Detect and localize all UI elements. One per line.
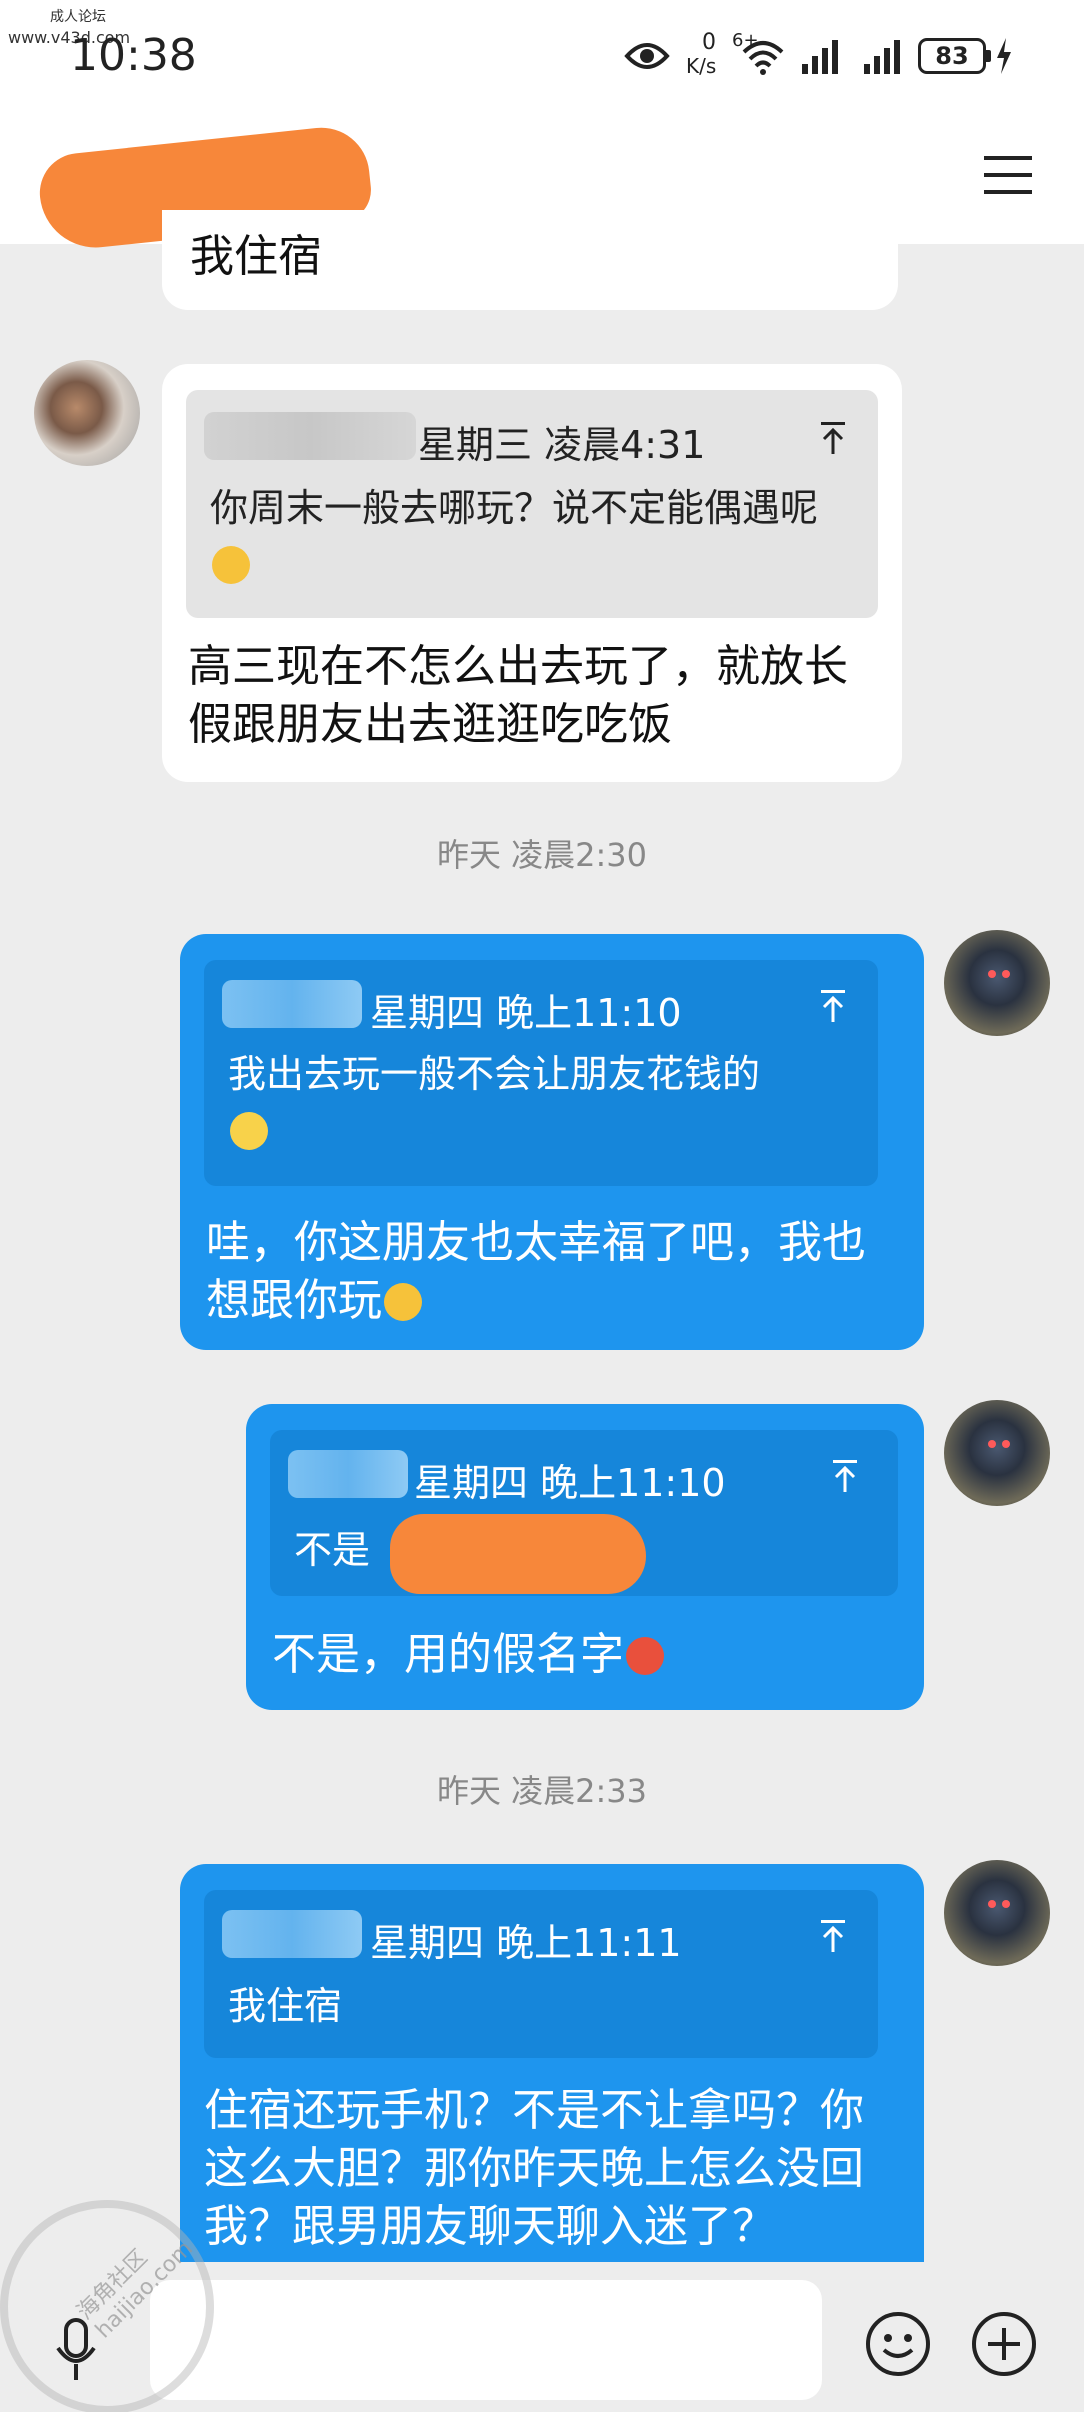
jump-to-quote-icon[interactable] — [830, 1458, 860, 1494]
thinking-face-icon — [212, 546, 250, 584]
redacted-quote-sender — [204, 412, 416, 460]
signal-icon — [864, 40, 900, 74]
eye-icon — [624, 43, 670, 69]
user-avatar[interactable] — [944, 1400, 1050, 1506]
signal-icon — [802, 40, 838, 74]
chat-timestamp: 昨天 凌晨2:33 — [436, 1772, 648, 1810]
message-text: 不是，用的假名字 — [272, 1626, 664, 1684]
message-text: 住宿还玩手机？不是不让拿吗？你这么大胆？那你昨天晚上怎么没回我？跟男朋友聊天聊入… — [204, 2085, 864, 2252]
message-bubble-incoming[interactable]: 我住宿 — [162, 210, 898, 310]
plus-icon[interactable] — [972, 2312, 1036, 2376]
message-bubble-incoming[interactable]: 星期三 凌晨4:31 你周末一般去哪玩？说不定能偶遇呢 高三现在不怎么出去玩了，… — [162, 364, 902, 782]
battery-tip — [986, 50, 991, 62]
redacted-quote-sender — [222, 1910, 362, 1958]
user-avatar[interactable] — [944, 930, 1050, 1036]
message-text: 我住宿 — [190, 231, 322, 282]
watermark-line: 成人论坛 — [50, 9, 106, 25]
redacted-quote-content — [390, 1514, 646, 1594]
emoji-icon[interactable] — [866, 2312, 930, 2376]
flushed-face-icon — [626, 1637, 664, 1675]
jump-to-quote-icon[interactable] — [818, 1918, 848, 1954]
net-speed-unit: K/s — [686, 54, 717, 78]
quote-time: 星期四 晚上11:10 — [414, 1461, 726, 1505]
status-time: 10:38 — [70, 30, 197, 81]
message-bubble-outgoing[interactable]: 星期四 晚上11:10 不是 不是，用的假名字 — [246, 1404, 924, 1710]
quote-text: 我出去玩一般不会让朋友花钱的 — [228, 1046, 848, 1160]
smiling-face-icon — [230, 1112, 268, 1150]
jump-to-quote-icon[interactable] — [818, 420, 848, 456]
redacted-quote-sender — [288, 1450, 408, 1498]
message-bubble-outgoing[interactable]: 星期四 晚上11:10 我出去玩一般不会让朋友花钱的 哇，你这朋友也太幸福了吧，… — [180, 934, 924, 1350]
charging-icon — [997, 38, 1011, 74]
redacted-quote-sender — [222, 980, 362, 1028]
net-speed-value: 0 — [702, 30, 716, 55]
user-avatar[interactable] — [944, 1860, 1050, 1966]
quote-time: 星期三 凌晨4:31 — [418, 423, 706, 467]
quoted-message[interactable]: 星期四 晚上11:10 不是 — [270, 1430, 898, 1596]
jump-to-quote-icon[interactable] — [818, 988, 848, 1024]
quote-text: 我住宿 — [228, 1984, 343, 2028]
quoted-message[interactable]: 星期三 凌晨4:31 你周末一般去哪玩？说不定能偶遇呢 — [186, 390, 878, 618]
message-input[interactable] — [150, 2280, 822, 2400]
tears-of-joy-icon — [384, 1283, 422, 1321]
quote-time: 星期四 晚上11:10 — [370, 991, 682, 1035]
chat-timestamp: 昨天 凌晨2:30 — [436, 836, 648, 874]
quote-time: 星期四 晚上11:11 — [370, 1921, 682, 1965]
wifi-icon — [742, 41, 784, 75]
quote-text: 不是 — [294, 1528, 371, 1572]
hamburger-menu-icon[interactable] — [984, 154, 1032, 196]
message-text: 高三现在不怎么出去玩了，就放长假跟朋友出去逛逛吃吃饭 — [188, 641, 848, 750]
battery-icon: 83 — [918, 38, 986, 74]
quote-text: 你周末一般去哪玩？说不定能偶遇呢 — [210, 480, 840, 594]
contact-avatar[interactable] — [34, 360, 140, 466]
quoted-message[interactable]: 星期四 晚上11:11 我住宿 — [204, 1890, 878, 2058]
message-bubble-outgoing[interactable]: 星期四 晚上11:11 我住宿 住宿还玩手机？不是不让拿吗？你这么大胆？那你昨天… — [180, 1864, 924, 2284]
message-text: 哇，你这朋友也太幸福了吧，我也想跟你玩 — [206, 1217, 866, 1326]
quoted-message[interactable]: 星期四 晚上11:10 我出去玩一般不会让朋友花钱的 — [204, 960, 878, 1186]
